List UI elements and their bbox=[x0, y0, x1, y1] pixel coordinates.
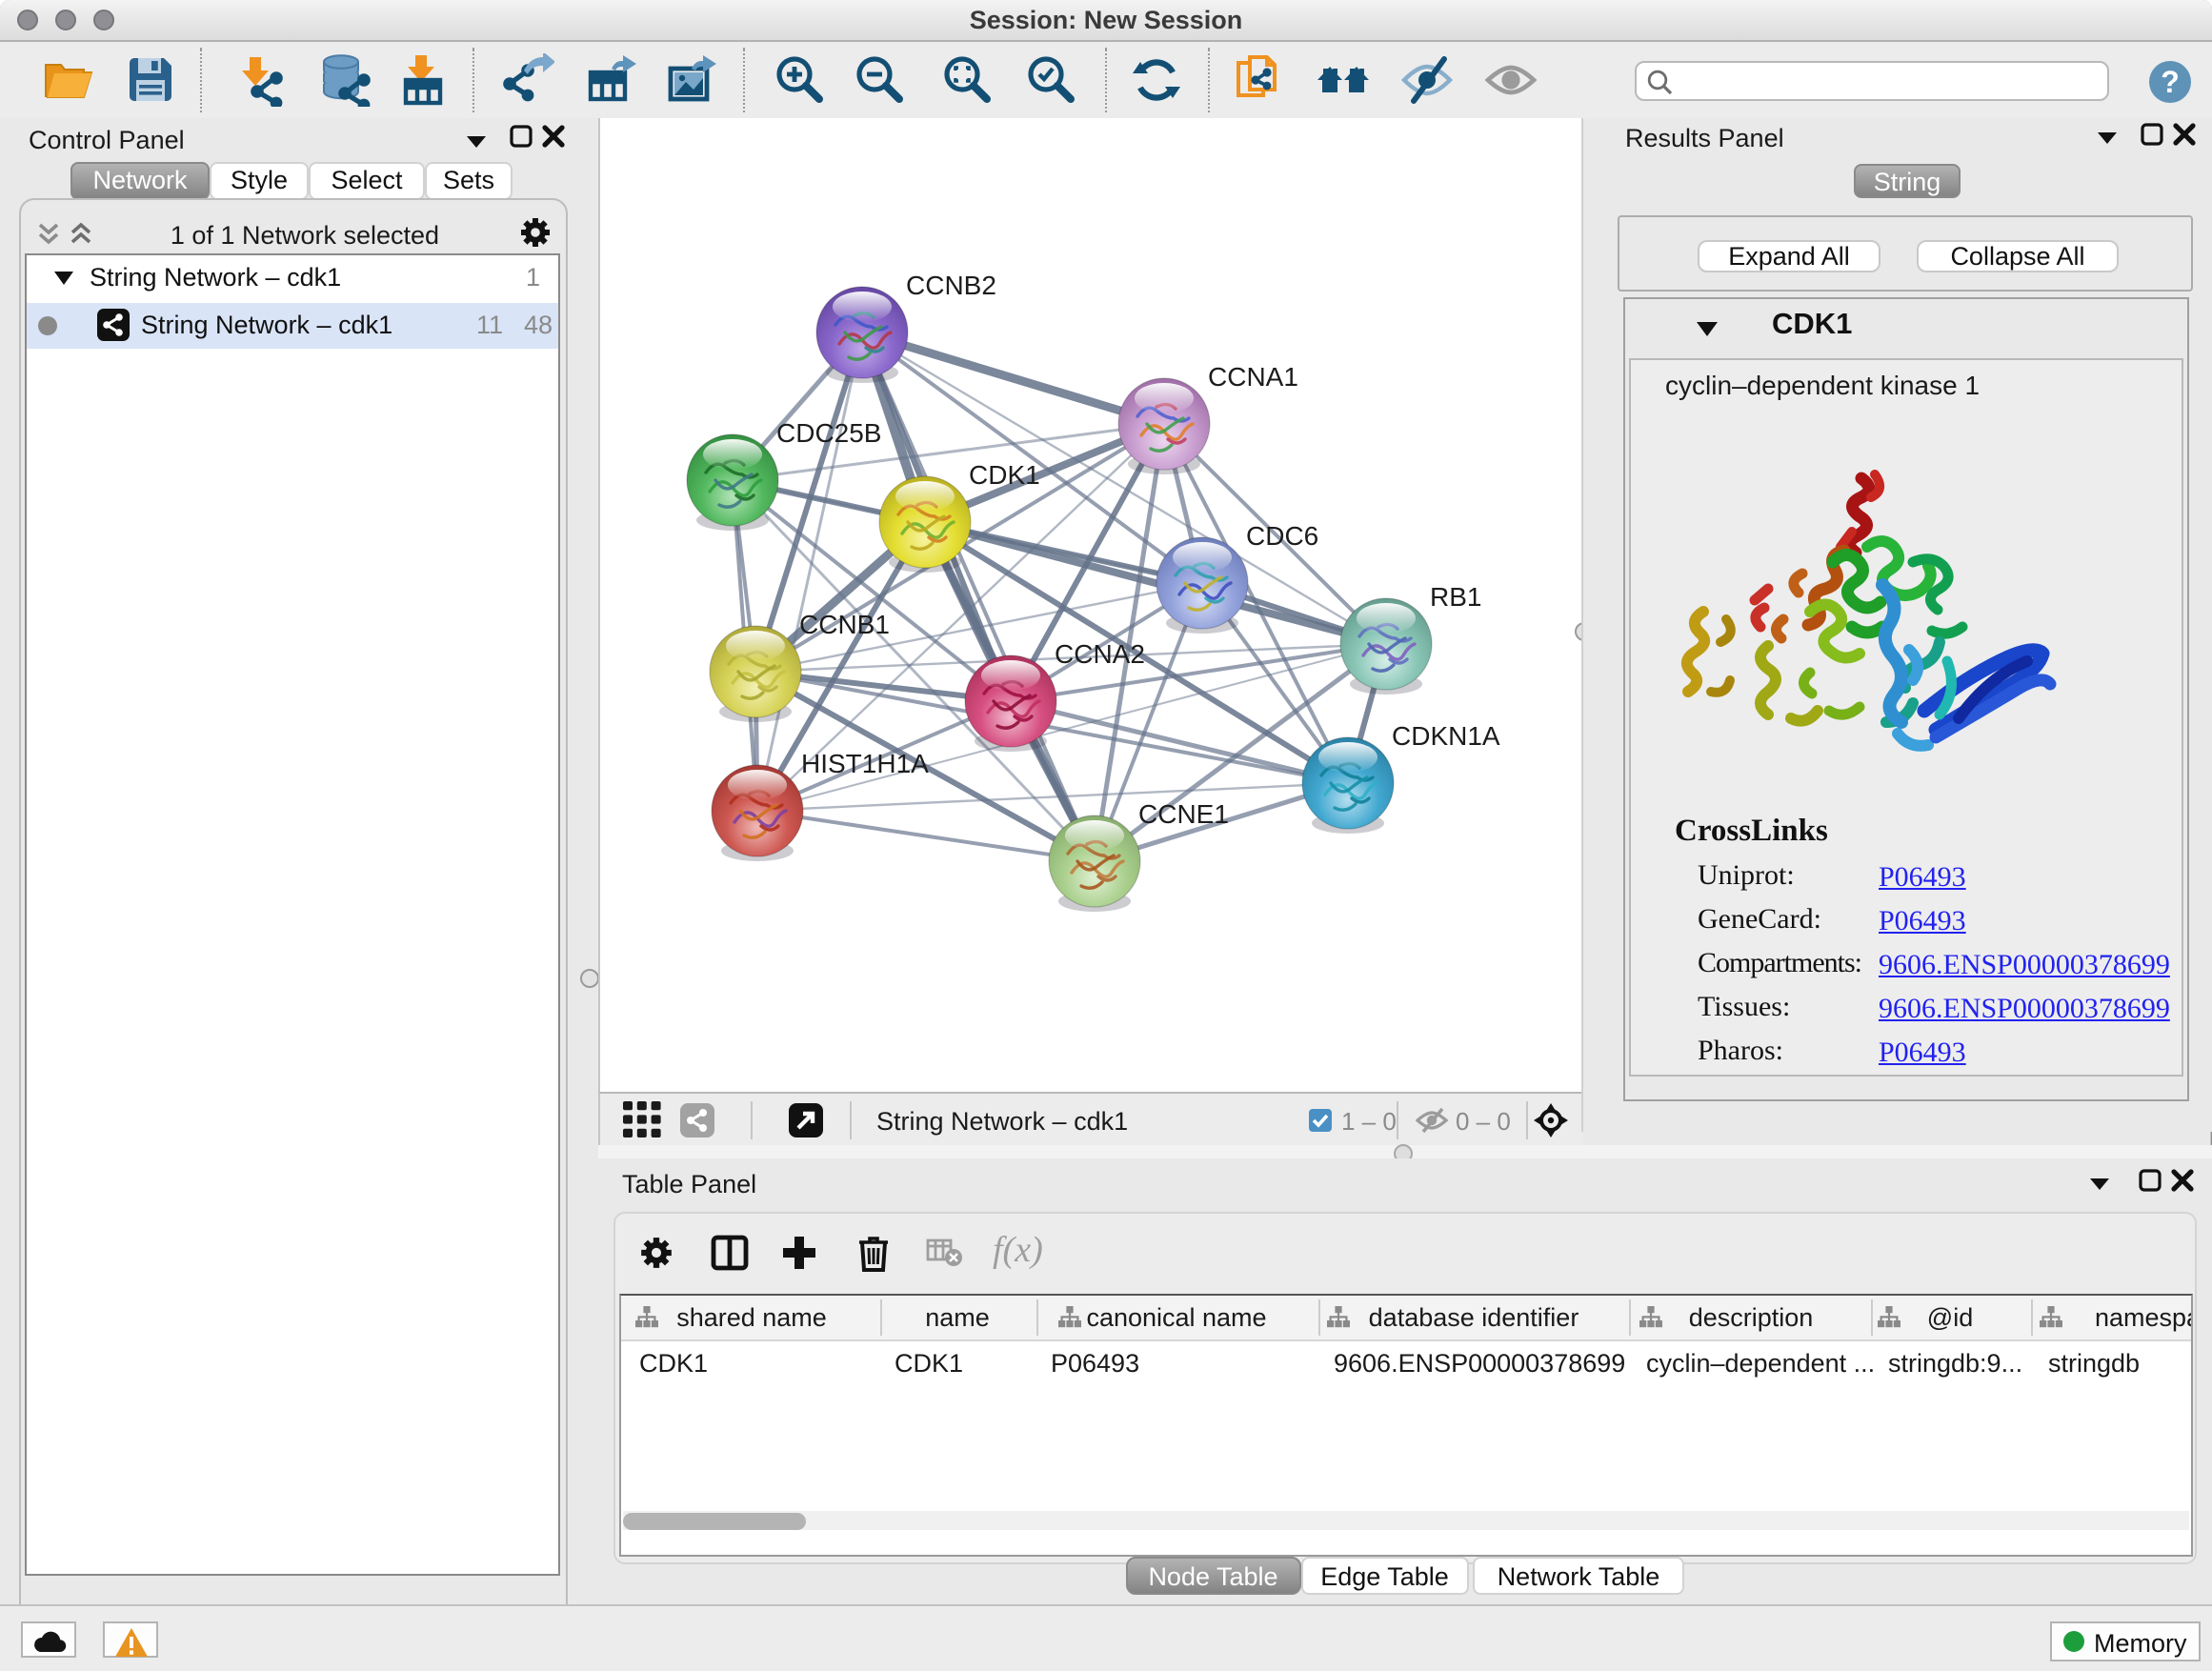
svg-text:RB1: RB1 bbox=[1430, 582, 1481, 612]
svg-text:CCNB2: CCNB2 bbox=[906, 271, 996, 300]
svg-text:CCNA1: CCNA1 bbox=[1208, 362, 1298, 392]
svg-text:CDKN1A: CDKN1A bbox=[1392, 721, 1500, 751]
svg-text:CDC25B: CDC25B bbox=[776, 418, 881, 448]
svg-text:CCNB1: CCNB1 bbox=[799, 610, 890, 639]
svg-text:CCNA2: CCNA2 bbox=[1055, 639, 1145, 669]
svg-text:CCNE1: CCNE1 bbox=[1138, 799, 1229, 829]
svg-text:CDK1: CDK1 bbox=[969, 460, 1040, 490]
svg-text:?: ? bbox=[2161, 65, 2180, 99]
svg-text:CDC6: CDC6 bbox=[1246, 521, 1318, 551]
svg-text:HIST1H1A: HIST1H1A bbox=[801, 749, 929, 778]
